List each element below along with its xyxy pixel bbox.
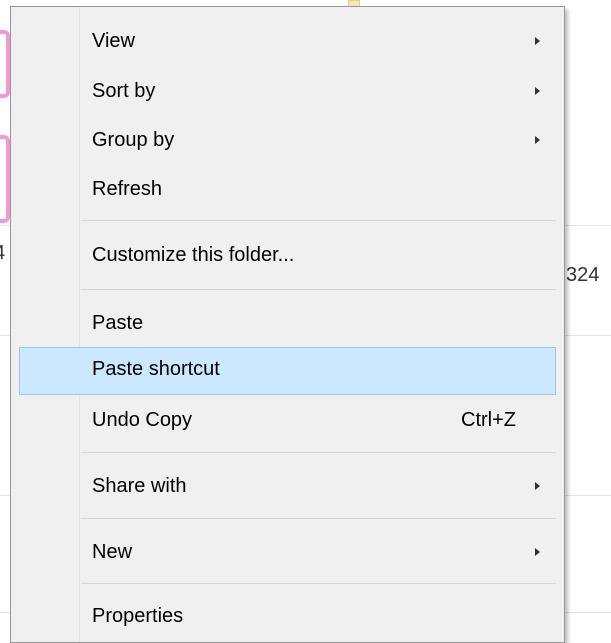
- menu-item-label: Sort by: [92, 80, 156, 102]
- menu-item-refresh[interactable]: Refresh: [11, 171, 564, 207]
- menu-item-label: Undo Copy: [92, 409, 193, 431]
- menu-item-label: Paste shortcut: [92, 358, 220, 380]
- menu-item-paste[interactable]: Paste: [11, 305, 564, 341]
- menu-item-label: Group by: [92, 129, 175, 151]
- menu-separator: [81, 289, 556, 290]
- menu-item-label: Customize this folder...: [92, 244, 295, 266]
- submenu-arrow-icon: [535, 548, 540, 556]
- menu-separator: [81, 518, 556, 519]
- menu-item-group-by[interactable]: Group by: [11, 122, 564, 158]
- menu-item-label: View: [92, 30, 135, 52]
- submenu-arrow-icon: [535, 37, 540, 45]
- pink-graphic-top: [0, 30, 10, 98]
- menu-item-new[interactable]: New: [11, 534, 564, 570]
- menu-item-undo-copy[interactable]: Undo Copy Ctrl+Z: [11, 402, 564, 438]
- menu-item-label: Share with: [92, 475, 187, 497]
- menu-item-label: Refresh: [92, 178, 163, 200]
- submenu-arrow-icon: [535, 482, 540, 490]
- submenu-arrow-icon: [535, 136, 540, 144]
- background-text-right: 324: [566, 264, 600, 286]
- menu-item-paste-shortcut[interactable]: Paste shortcut: [11, 347, 564, 395]
- menu-item-label: New: [92, 541, 133, 563]
- menu-item-properties[interactable]: Properties: [11, 598, 564, 634]
- pink-graphic-bottom: [0, 135, 10, 223]
- menu-item-share-with[interactable]: Share with: [11, 468, 564, 504]
- context-menu: View Sort by Group by Refresh Customize …: [10, 6, 565, 643]
- menu-separator: [81, 220, 556, 221]
- submenu-arrow-icon: [535, 87, 540, 95]
- menu-item-label: Paste: [92, 312, 144, 334]
- menu-item-view[interactable]: View: [11, 23, 564, 59]
- background-text-left: 4: [0, 242, 5, 265]
- menu-item-shortcut: Ctrl+Z: [461, 409, 516, 431]
- menu-separator: [81, 452, 556, 453]
- menu-item-sort-by[interactable]: Sort by: [11, 73, 564, 109]
- menu-separator: [81, 583, 556, 584]
- menu-item-label: Properties: [92, 605, 184, 627]
- menu-item-customize-folder[interactable]: Customize this folder...: [11, 237, 564, 273]
